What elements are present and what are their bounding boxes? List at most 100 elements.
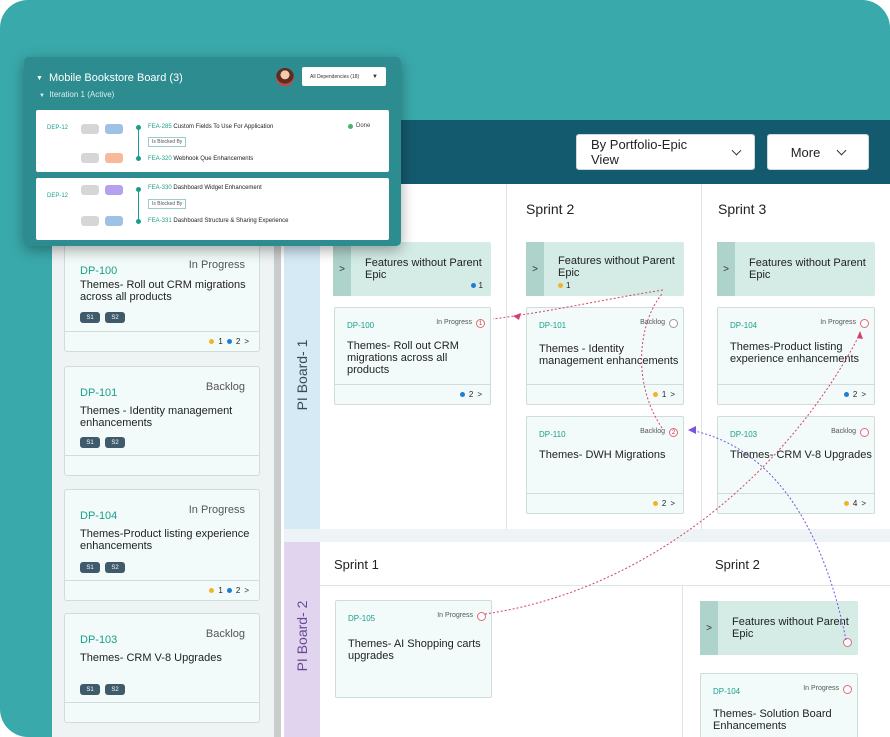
chevron-right-icon[interactable]: > xyxy=(477,390,482,399)
chevron-right-icon[interactable]: > xyxy=(717,242,735,296)
dependency-id: DEP-12 xyxy=(47,125,69,131)
dependency-circle-icon[interactable] xyxy=(860,428,869,437)
feature-card[interactable]: DP-104 In Progress Themes-Product listin… xyxy=(717,307,875,405)
caret-down-icon: ▼ xyxy=(39,93,45,99)
feature-card[interactable]: DP-104 In Progress Themes- Solution Boar… xyxy=(700,673,858,737)
panel-splitter[interactable] xyxy=(274,184,281,737)
caret-down-icon[interactable]: ▼ xyxy=(36,75,43,82)
card-id: DP-105 xyxy=(348,614,376,623)
pi-board-label: PI Board- 2 xyxy=(294,600,310,672)
chevron-right-icon[interactable]: > xyxy=(244,337,249,346)
card-title: Themes- DWH Migrations xyxy=(539,449,666,461)
iteration-label[interactable]: ▼ Iteration 1 (Active) xyxy=(39,90,114,99)
board-grid: Sprint 2 Sprint 3 PI Board- 1 PI Board- … xyxy=(284,184,890,737)
blue-dot-icon xyxy=(226,588,232,593)
dependency-circle-icon[interactable] xyxy=(477,612,486,621)
yellow-dot-icon xyxy=(558,283,563,288)
dependency-circle-icon[interactable] xyxy=(860,319,869,328)
pill xyxy=(81,185,99,195)
card-title: Themes- CRM V-8 Upgrades xyxy=(730,449,872,461)
list-item[interactable]: DP-103 Backlog Themes- CRM V-8 Upgrades … xyxy=(64,613,260,723)
view-select-label: By Portfolio-Epic View xyxy=(591,137,688,167)
fwp-label: Features without Parent Epic xyxy=(732,616,849,640)
yellow-dot-icon xyxy=(209,588,215,593)
dependency-circle-icon[interactable] xyxy=(669,319,678,328)
card-footer: 2 > xyxy=(335,384,490,404)
feature-link[interactable]: FEA-320 Webhook Que Enhancements xyxy=(148,156,253,162)
dependency-circle-icon[interactable]: 1 xyxy=(476,319,485,328)
chevron-down-icon xyxy=(836,145,847,155)
fwp-label: Features without Parent Epic xyxy=(558,255,675,279)
dependency-row[interactable]: DEP-12 FEA-330 Dashboard Widget Enhancem… xyxy=(36,178,389,240)
chevron-right-icon[interactable]: > xyxy=(244,586,249,595)
card-title: Themes - Identity management enhancement… xyxy=(80,405,233,429)
more-button[interactable]: More xyxy=(767,134,869,170)
status-text: Done xyxy=(356,123,371,129)
feature-card[interactable]: DP-100 In Progress 1 Themes- Roll out CR… xyxy=(334,307,491,405)
chevron-down-icon xyxy=(731,145,742,155)
dependency-id: DEP-12 xyxy=(47,193,69,199)
tag: S2 xyxy=(105,562,125,573)
blue-dot-icon xyxy=(843,392,849,397)
pill xyxy=(81,153,99,163)
card-footer: 1 2 > xyxy=(65,331,259,351)
feature-card[interactable]: DP-101 Backlog Themes - Identity managem… xyxy=(526,307,684,405)
card-id: DP-110 xyxy=(539,430,566,439)
feature-card[interactable]: DP-103 Backlog Themes- CRM V-8 Upgrades … xyxy=(717,416,875,514)
features-without-parent-epic[interactable]: > Features without Parent Epic 1 xyxy=(333,242,491,296)
feature-link[interactable]: FEA-285 Custom Fields To Use For Applica… xyxy=(148,124,273,130)
chevron-right-icon[interactable]: > xyxy=(670,499,675,508)
status-badge: Done xyxy=(348,123,370,129)
divider xyxy=(682,585,683,737)
feature-id: FEA-331 xyxy=(148,218,172,224)
features-without-parent-epic[interactable]: > Features without Parent Epic xyxy=(700,601,858,655)
list-item[interactable]: DP-101 Backlog Themes - Identity managem… xyxy=(64,366,260,476)
dependency-select-value: All Dependencies (18) xyxy=(310,73,360,80)
sprint-header: Sprint 2 xyxy=(526,201,575,217)
left-panel: DP-100 In Progress Themes- Roll out CRM … xyxy=(52,184,280,737)
feature-link[interactable]: FEA-331 Dashboard Structure & Sharing Ex… xyxy=(148,218,288,224)
chevron-right-icon[interactable]: > xyxy=(700,601,718,655)
feature-title: Webhook Que Enhancements xyxy=(173,156,254,162)
tag: S1 xyxy=(80,562,100,573)
chevron-right-icon[interactable]: > xyxy=(526,242,544,296)
features-without-parent-epic[interactable]: > Features without Parent Epic 1 xyxy=(526,242,684,296)
dependency-circle-icon[interactable] xyxy=(843,685,852,694)
card-status: Backlog xyxy=(205,628,245,640)
card-id: DP-100 xyxy=(80,265,118,277)
chevron-right-icon[interactable]: > xyxy=(670,390,675,399)
popup-title[interactable]: ▼ Mobile Bookstore Board (3) xyxy=(36,72,183,84)
divider xyxy=(506,184,507,529)
list-item[interactable]: DP-104 In Progress Themes-Product listin… xyxy=(64,489,260,601)
chevron-right-icon[interactable]: > xyxy=(861,499,866,508)
feature-card[interactable]: DP-105 In Progress Themes- AI Shopping c… xyxy=(335,600,492,698)
count: 2 xyxy=(468,390,474,399)
tag: S1 xyxy=(80,312,100,323)
dependency-select[interactable]: All Dependencies (18) ▼ xyxy=(302,67,386,86)
list-item[interactable]: DP-100 In Progress Themes- Roll out CRM … xyxy=(64,244,260,352)
card-title: Themes- Solution Board Enhancements xyxy=(713,708,832,732)
feature-link[interactable]: FEA-330 Dashboard Widget Enhancement xyxy=(148,185,262,191)
feature-card[interactable]: DP-110 Backlog 2 Themes- DWH Migrations … xyxy=(526,416,684,514)
popup-title-text: Mobile Bookstore Board (3) xyxy=(48,72,183,84)
chevron-right-icon[interactable]: > xyxy=(861,390,866,399)
avatar[interactable] xyxy=(276,68,294,86)
card-title: Themes - Identity management enhancement… xyxy=(539,343,679,367)
relation-badge: Is Blocked By xyxy=(148,137,187,147)
features-without-parent-epic[interactable]: > Features without Parent Epic xyxy=(717,242,875,296)
count: 2 xyxy=(852,390,858,399)
card-status: Backlog xyxy=(640,319,665,326)
feature-title: Dashboard Structure & Sharing Experience xyxy=(173,218,289,224)
dependency-circle-icon[interactable] xyxy=(843,638,852,647)
status-dot-icon xyxy=(348,123,353,129)
card-footer: 2 > xyxy=(718,384,874,404)
dependency-row[interactable]: DEP-12 FEA-285 Custom Fields To Use For … xyxy=(36,110,389,172)
node-icon xyxy=(136,219,141,224)
card-title: Themes-Product listing experience enhanc… xyxy=(80,528,250,552)
view-select[interactable]: By Portfolio-Epic View xyxy=(576,134,755,170)
dependency-circle-icon[interactable]: 2 xyxy=(669,428,678,437)
card-id: DP-104 xyxy=(80,510,118,522)
chevron-right-icon[interactable]: > xyxy=(333,242,351,296)
blue-dot-icon xyxy=(470,283,476,288)
feature-title: Custom Fields To Use For Application xyxy=(173,124,274,130)
